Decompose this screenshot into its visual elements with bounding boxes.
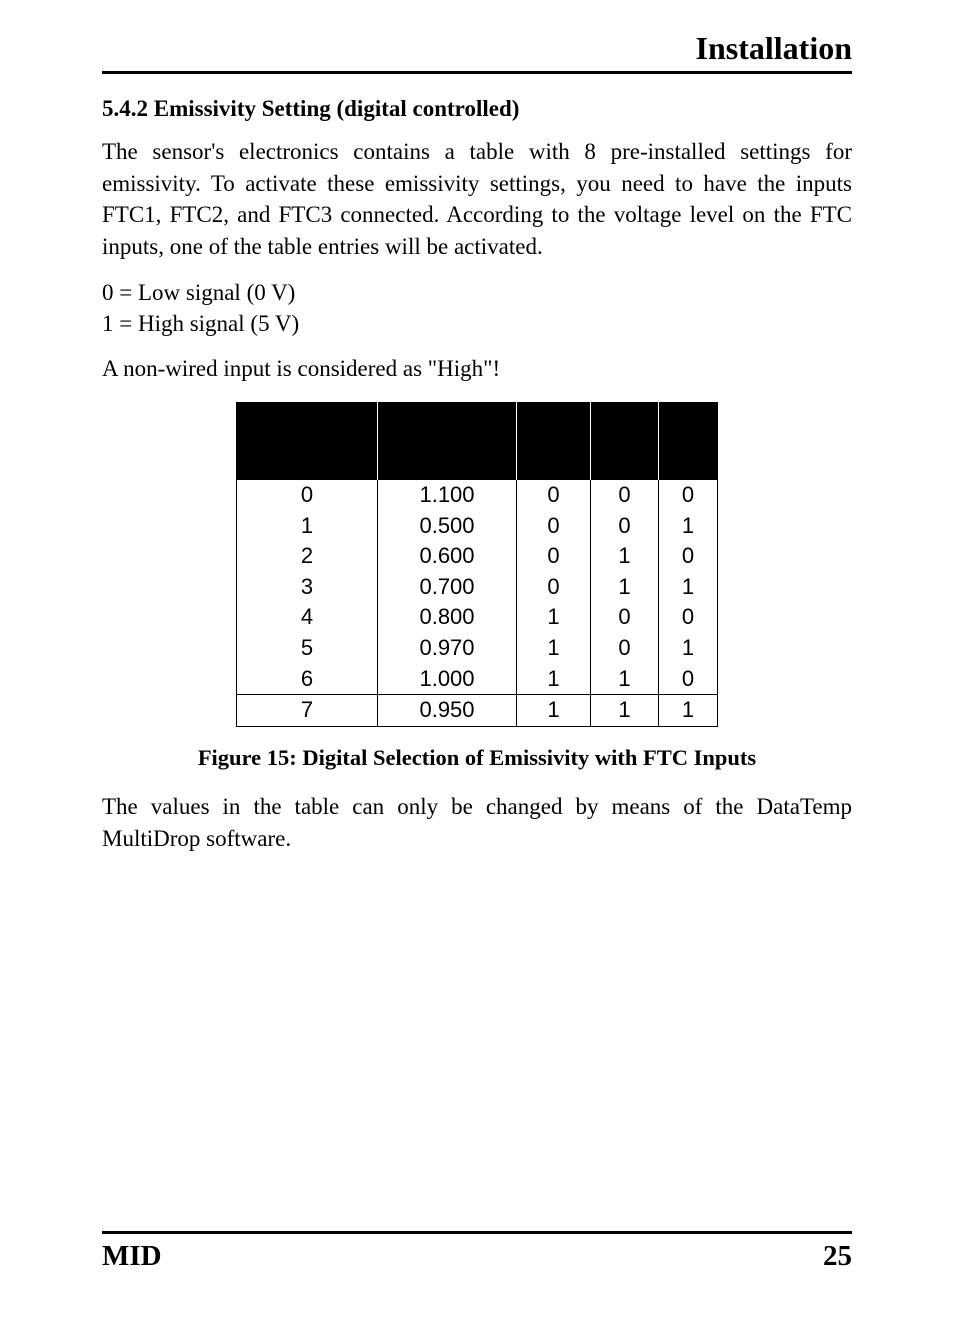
cell-ftc2: 0 — [591, 633, 659, 664]
emissivity-table: 01.10000010.50000120.60001030.70001140.8… — [236, 402, 718, 727]
cell-emis: 1.100 — [378, 480, 517, 511]
cell-ftc1: 1 — [517, 633, 591, 664]
cell-emis: 0.600 — [378, 541, 517, 572]
cell-emis: 0.970 — [378, 633, 517, 664]
cell-ftc3: 1 — [659, 511, 718, 542]
legend-high: 1 = High signal (5 V) — [102, 311, 299, 336]
cell-ftc2: 1 — [591, 664, 659, 695]
table-row: 70.950111 — [237, 695, 718, 727]
cell-ftc3: 1 — [659, 633, 718, 664]
signal-legend: 0 = Low signal (0 V) 1 = High signal (5 … — [102, 277, 852, 339]
paragraph-intro: The sensor's electronics contains a tabl… — [102, 136, 852, 263]
table-row: 50.970101 — [237, 633, 718, 664]
footer-page-number: 25 — [823, 1240, 852, 1273]
section-heading: 5.4.2 Emissivity Setting (digital contro… — [102, 96, 852, 122]
table-row: 10.500001 — [237, 511, 718, 542]
cell-emis: 0.700 — [378, 572, 517, 603]
cell-entry: 0 — [237, 480, 378, 511]
note-nonwired: A non-wired input is considered as "High… — [102, 353, 852, 384]
cell-ftc2: 1 — [591, 572, 659, 603]
cell-ftc1: 0 — [517, 541, 591, 572]
table-header-row — [237, 402, 718, 480]
cell-ftc3: 1 — [659, 695, 718, 727]
page: Installation 5.4.2 Emissivity Setting (d… — [0, 0, 954, 1323]
cell-ftc2: 1 — [591, 695, 659, 727]
cell-ftc1: 1 — [517, 664, 591, 695]
cell-ftc1: 1 — [517, 695, 591, 727]
cell-ftc2: 0 — [591, 511, 659, 542]
cell-emis: 1.000 — [378, 664, 517, 695]
figure-caption: Figure 15: Digital Selection of Emissivi… — [102, 745, 852, 771]
footer-rule — [102, 1231, 852, 1234]
page-header: Installation — [102, 30, 852, 67]
col-header-entry — [237, 402, 378, 480]
cell-entry: 4 — [237, 602, 378, 633]
cell-ftc3: 0 — [659, 480, 718, 511]
cell-ftc1: 1 — [517, 602, 591, 633]
col-header-ftc2 — [591, 402, 659, 480]
cell-entry: 5 — [237, 633, 378, 664]
cell-entry: 6 — [237, 664, 378, 695]
cell-ftc3: 0 — [659, 602, 718, 633]
footer-left: MID — [102, 1240, 162, 1273]
cell-ftc3: 0 — [659, 541, 718, 572]
cell-ftc3: 1 — [659, 572, 718, 603]
cell-entry: 3 — [237, 572, 378, 603]
col-header-emissivity — [378, 402, 517, 480]
cell-ftc3: 0 — [659, 664, 718, 695]
table-row: 30.700011 — [237, 572, 718, 603]
legend-low: 0 = Low signal (0 V) — [102, 280, 295, 305]
table-row: 01.100000 — [237, 480, 718, 511]
cell-ftc1: 0 — [517, 480, 591, 511]
cell-ftc1: 0 — [517, 511, 591, 542]
page-footer: MID 25 — [102, 1231, 852, 1273]
cell-entry: 2 — [237, 541, 378, 572]
col-header-ftc1 — [517, 402, 591, 480]
cell-ftc2: 0 — [591, 602, 659, 633]
table-row: 20.600010 — [237, 541, 718, 572]
cell-ftc2: 1 — [591, 541, 659, 572]
cell-entry: 7 — [237, 695, 378, 727]
table-row: 61.000110 — [237, 664, 718, 695]
paragraph-after-table: The values in the table can only be chan… — [102, 791, 852, 854]
cell-entry: 1 — [237, 511, 378, 542]
col-header-ftc3 — [659, 402, 718, 480]
table-row: 40.800100 — [237, 602, 718, 633]
cell-emis: 0.950 — [378, 695, 517, 727]
header-rule — [102, 71, 852, 74]
cell-ftc1: 0 — [517, 572, 591, 603]
cell-emis: 0.800 — [378, 602, 517, 633]
cell-ftc2: 0 — [591, 480, 659, 511]
cell-emis: 0.500 — [378, 511, 517, 542]
